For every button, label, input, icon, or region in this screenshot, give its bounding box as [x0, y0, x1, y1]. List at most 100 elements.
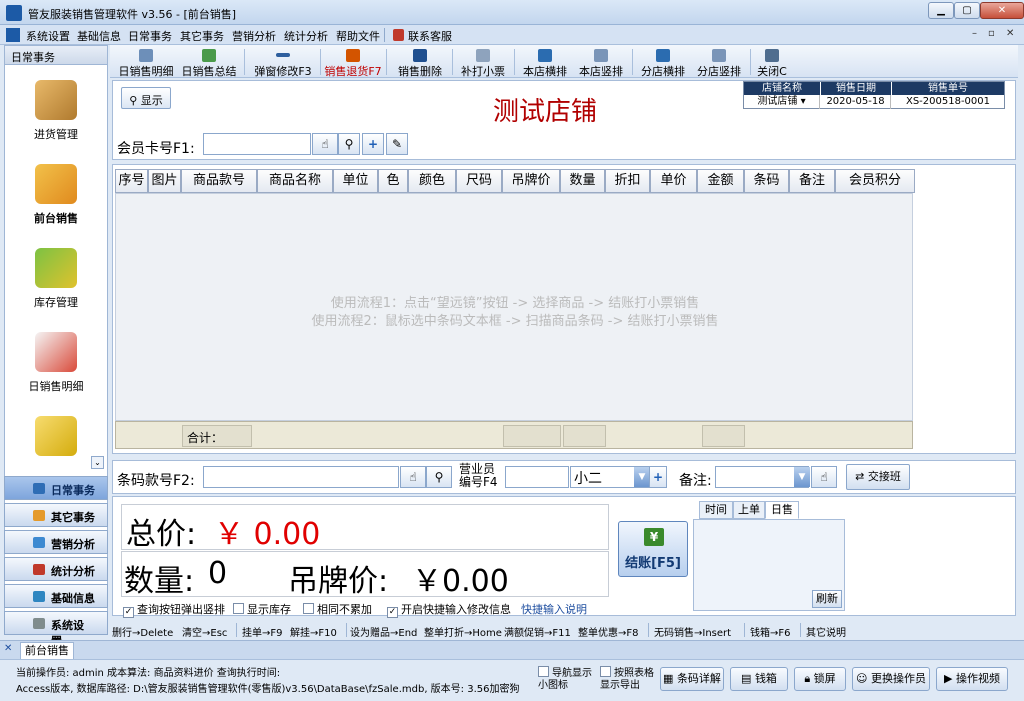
branch-grid-icon	[656, 49, 670, 62]
tb-daily-sales-detail[interactable]: 日销售明细	[114, 47, 178, 78]
menu-system-settings[interactable]: 系统设置	[26, 28, 70, 44]
tab-daily-sales[interactable]: 日售	[765, 501, 799, 519]
hand-pointer-button[interactable]: ☝	[312, 133, 338, 155]
column-header[interactable]: 金额	[697, 169, 744, 193]
column-header[interactable]: 条码	[744, 169, 789, 193]
nav-button-statistics[interactable]: 统计分析	[4, 557, 108, 581]
member-search-button[interactable]: ⚲	[338, 133, 360, 155]
grid-body[interactable]: 使用流程1：点击“望远镜”按钮 -> 选择商品 -> 结账打小票销售 使用流程2…	[115, 193, 913, 421]
shortcut-text[interactable]: 其它说明	[806, 624, 846, 639]
option-no-accumulate[interactable]: 相同不累加	[303, 601, 372, 617]
mdi-restore-button[interactable]: ▫	[988, 28, 995, 39]
checkbox[interactable]: ✓	[123, 607, 134, 618]
shortcut-divider	[346, 623, 347, 637]
cash-drawer-button[interactable]: ▤ 钱箱	[730, 667, 788, 691]
nav-button-marketing[interactable]: 营销分析	[4, 530, 108, 554]
column-header[interactable]: 吊牌价	[502, 169, 560, 193]
mdi-close-button[interactable]: ✕	[1006, 28, 1014, 39]
tb-reprint-receipt[interactable]: 补打小票	[456, 47, 510, 78]
show-button[interactable]: ⚲ 显示	[121, 87, 171, 109]
scroll-down-button[interactable]: ⌄	[91, 456, 104, 469]
staff-code-input[interactable]	[505, 466, 569, 488]
checkbox[interactable]: ✓	[387, 607, 398, 618]
column-header[interactable]: 折扣	[605, 169, 650, 193]
tb-sales-return[interactable]: 销售退货F7	[322, 47, 384, 78]
tab-front-sales[interactable]: 前台销售	[20, 642, 74, 659]
menu-daily-affairs[interactable]: 日常事务	[128, 28, 172, 44]
menu-marketing-analysis[interactable]: 营销分析	[232, 28, 276, 44]
column-header[interactable]: 色	[378, 169, 408, 193]
nav-button-basic-info[interactable]: 基础信息	[4, 584, 108, 608]
column-header[interactable]: 单价	[650, 169, 697, 193]
mdi-minimize-button[interactable]: –	[972, 28, 977, 39]
checkbox[interactable]	[538, 666, 549, 677]
checkout-button[interactable]: ¥ 结账[F5]	[618, 521, 688, 577]
nav-button-system-settings[interactable]: 系统设置...	[4, 611, 108, 648]
tb-close[interactable]: 关闭C	[754, 47, 790, 78]
minimize-button[interactable]: ▁	[928, 2, 954, 19]
tb-store-vertical[interactable]: 本店竖排	[574, 47, 628, 78]
tab-time[interactable]: 时间	[699, 501, 733, 519]
barcode-input[interactable]	[203, 466, 399, 488]
refresh-button[interactable]: 刷新	[812, 590, 842, 608]
chevron-down-icon[interactable]: ▼	[634, 467, 650, 487]
close-tab-icon[interactable]: ✕	[4, 643, 16, 655]
remark-hand-button[interactable]: ☝	[811, 466, 837, 488]
column-header[interactable]: 商品名称	[257, 169, 333, 193]
tb-branch-horizontal[interactable]: 分店横排	[636, 47, 690, 78]
lock-screen-button[interactable]: 🔒︎ 锁屏	[794, 667, 846, 691]
tb-daily-sales-summary[interactable]: 日销售总结	[178, 47, 240, 78]
nav-item-daily-sales-detail[interactable]: 日销售明细	[5, 326, 107, 406]
member-add-button[interactable]: +	[362, 133, 384, 155]
nav-item-inventory[interactable]: 库存管理	[5, 242, 107, 322]
shift-handover-button[interactable]: ⇄ 交接班	[846, 464, 910, 490]
store-select[interactable]: 测试店铺 ▾	[744, 95, 820, 109]
column-header[interactable]: 序号	[115, 169, 148, 193]
checkbox[interactable]	[233, 603, 244, 614]
chevron-down-icon[interactable]: ▼	[794, 467, 810, 487]
menu-contact-support[interactable]: 联系客服	[408, 28, 452, 44]
option-show-stock[interactable]: 显示库存	[233, 601, 291, 617]
tab-last-order[interactable]: 上单	[733, 501, 765, 519]
member-edit-button[interactable]: ✎	[386, 133, 408, 155]
barcode-search-button[interactable]: ⚲	[426, 466, 452, 488]
checkbox[interactable]	[303, 603, 314, 614]
menu-other-affairs[interactable]: 其它事务	[180, 28, 224, 44]
staff-add-button[interactable]: +	[649, 466, 667, 488]
column-header[interactable]: 备注	[789, 169, 835, 193]
tb-store-horizontal[interactable]: 本店横排	[518, 47, 572, 78]
checkbox[interactable]	[600, 666, 611, 677]
nav-item-label: 前台销售	[34, 212, 78, 225]
nav-button-daily-affairs[interactable]: 日常事务	[4, 476, 108, 500]
change-operator-button[interactable]: ☺ 更换操作员	[852, 667, 930, 691]
column-header[interactable]: 数量	[560, 169, 605, 193]
app-menu-icon[interactable]	[6, 28, 20, 42]
member-card-input[interactable]	[203, 133, 311, 155]
operation-video-button[interactable]: ▶ 操作视频	[936, 667, 1008, 691]
tb-popup-edit[interactable]: 弹窗修改F3	[248, 47, 318, 78]
menu-help-files[interactable]: 帮助文件	[336, 28, 380, 44]
barcode-hand-button[interactable]: ☝	[400, 466, 426, 488]
menu-basic-info[interactable]: 基础信息	[77, 28, 121, 44]
quick-input-help-link[interactable]: 快捷输入说明	[521, 601, 587, 617]
column-header[interactable]: 单位	[333, 169, 378, 193]
option-popup-vertical[interactable]: ✓ 查询按钮弹出竖排	[123, 601, 225, 618]
column-header[interactable]: 会员积分	[835, 169, 915, 193]
column-header[interactable]: 颜色	[408, 169, 456, 193]
column-header[interactable]: 商品款号	[181, 169, 257, 193]
maximize-button[interactable]: ▢	[954, 2, 980, 19]
tb-branch-vertical[interactable]: 分店竖排	[692, 47, 746, 78]
tb-sales-delete[interactable]: 销售删除	[390, 47, 450, 78]
nav-item-front-sales[interactable]: 前台销售	[5, 158, 107, 238]
option-small-icons[interactable]: 导航显示小图标	[538, 666, 596, 692]
option-quick-input[interactable]: ✓ 开启快捷输入修改信息	[387, 601, 511, 618]
barcode-detail-button[interactable]: ▦ 条码详解	[660, 667, 724, 691]
column-header[interactable]: 图片	[148, 169, 181, 193]
menu-statistics-analysis[interactable]: 统计分析	[284, 28, 328, 44]
nav-button-other-affairs[interactable]: 其它事务	[4, 503, 108, 527]
option-export-by-table[interactable]: 按照表格显示导出	[600, 666, 656, 692]
nav-item-purchase[interactable]: 进货管理	[5, 74, 107, 154]
close-button[interactable]: ✕	[980, 2, 1024, 19]
column-header[interactable]: 尺码	[456, 169, 502, 193]
button-label: 更换操作员	[870, 672, 926, 685]
